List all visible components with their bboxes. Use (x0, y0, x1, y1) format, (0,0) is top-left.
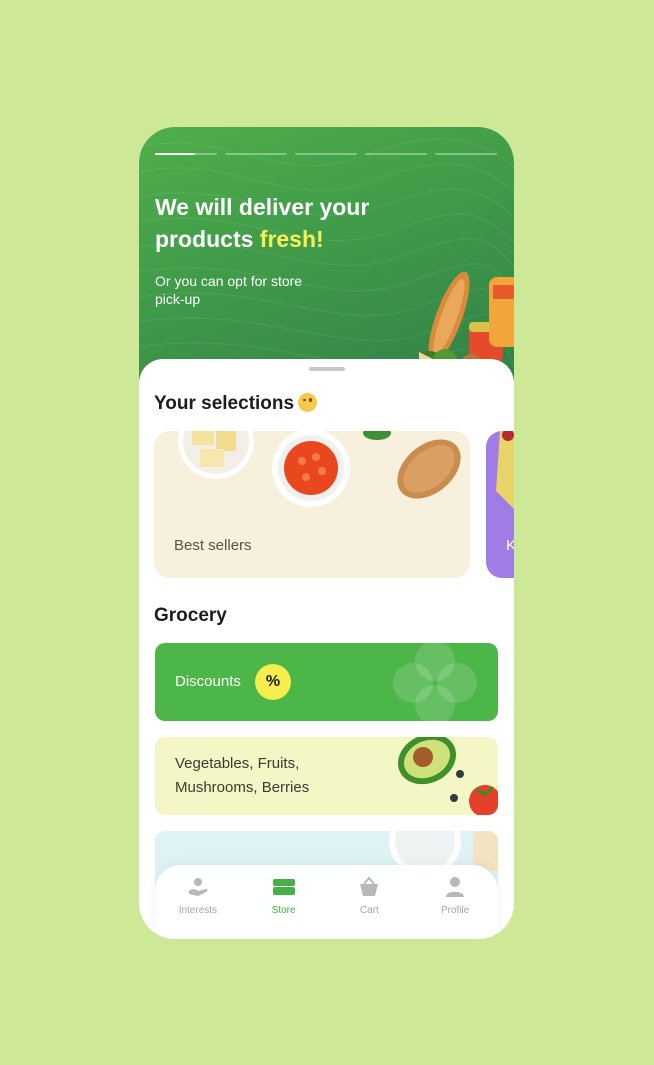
category-label-line2: Mushrooms, Berries (175, 779, 310, 796)
category-discounts[interactable]: Discounts % (155, 643, 498, 721)
category-label: Vegetables, Fruits, Mushrooms, Berries (175, 752, 309, 800)
content-sheet: Your selections Best sellers K Grocery D… (139, 359, 514, 939)
interests-icon (188, 878, 208, 896)
category-label-line1: Vegetables, Fruits, (175, 755, 300, 772)
purple-card-illustration (496, 431, 514, 509)
cart-icon (360, 876, 379, 896)
story-segment (365, 153, 427, 155)
story-segment (225, 153, 287, 155)
profile-icon (446, 877, 465, 897)
clover-decoration (393, 643, 477, 721)
discount-badge: % (255, 664, 291, 700)
hero-title-line2: products (155, 226, 260, 252)
hero-subtitle: Or you can opt for store pick-up (155, 273, 303, 307)
sheet-drag-handle[interactable] (309, 367, 345, 371)
story-segment-fill (155, 153, 196, 155)
tab-label: Profile (440, 905, 470, 916)
tab-label: Cart (359, 905, 379, 916)
hero-title: We will deliver your products fresh! (155, 191, 395, 255)
story-progress (155, 153, 497, 155)
selection-card-purple[interactable]: K (486, 431, 514, 578)
tab-store[interactable]: Store (244, 875, 324, 916)
story-segment (295, 153, 357, 155)
hero-title-accent: fresh! (259, 226, 324, 252)
selections-title: Your selections (154, 393, 295, 414)
wink-emoji-icon (298, 393, 318, 412)
tab-interests[interactable]: Interests (158, 875, 238, 916)
category-vegetables[interactable]: Vegetables, Fruits, Mushrooms, Berries (155, 737, 498, 815)
story-segment (155, 153, 217, 155)
phone-screen: We will deliver your products fresh! Or … (139, 127, 514, 939)
tab-label: Interests (178, 905, 218, 916)
grocery-title: Grocery (154, 605, 227, 626)
story-segment (435, 153, 497, 155)
category-label: Discounts (175, 673, 241, 690)
card-label: Best sellers (174, 537, 252, 554)
tab-label: Store (271, 905, 296, 916)
tab-profile[interactable]: Profile (415, 875, 495, 916)
hero-title-line1: We will deliver your (155, 194, 370, 220)
selection-card-best-sellers[interactable]: Best sellers (154, 431, 470, 578)
tab-cart[interactable]: Cart (329, 875, 409, 916)
bottom-tab-bar: Interests Store Cart Profile (155, 865, 498, 939)
card-label: K (506, 537, 514, 554)
best-sellers-illustration (178, 431, 461, 507)
store-icon (272, 879, 295, 895)
selections-heading: Your selections (154, 393, 318, 415)
